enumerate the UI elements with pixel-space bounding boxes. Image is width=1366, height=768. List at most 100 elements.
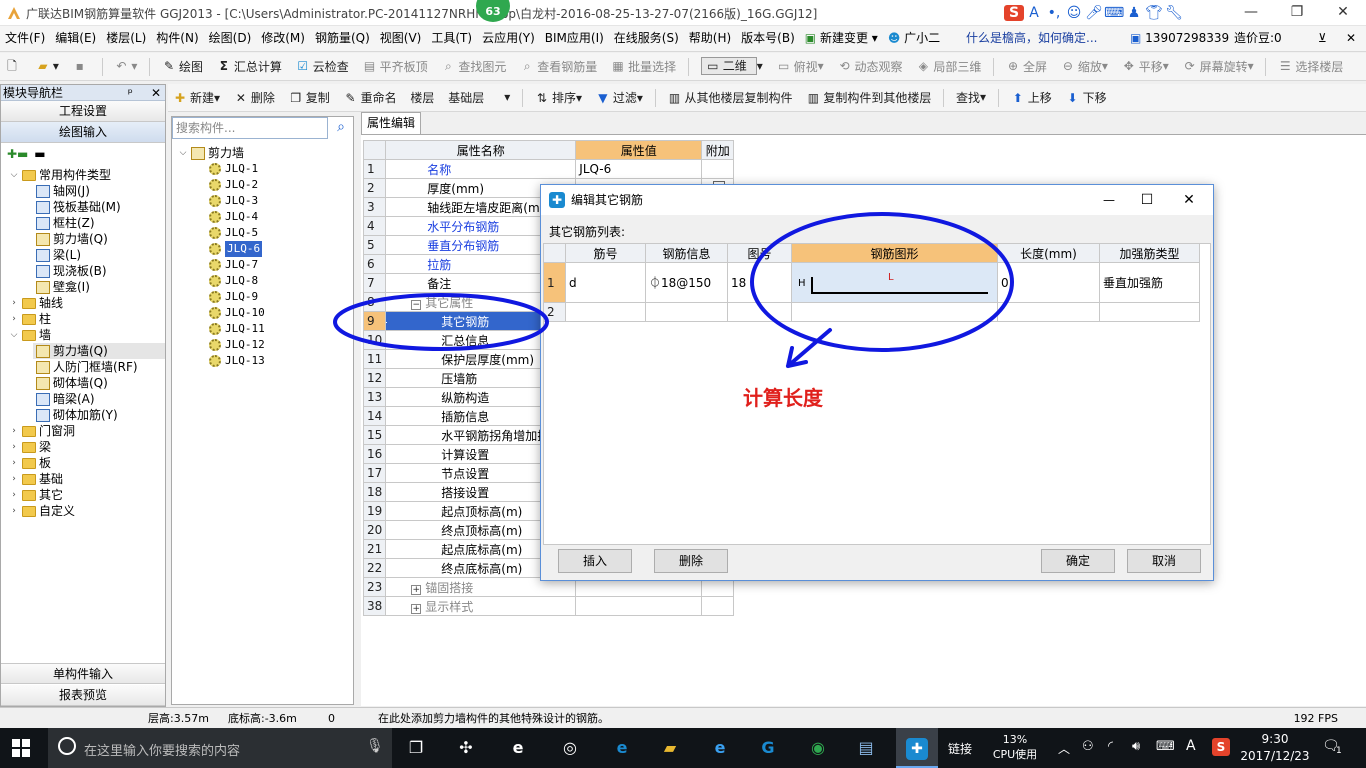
property-value-cell[interactable] <box>575 596 703 616</box>
tree-item-niche[interactable]: 壁龛(I) <box>33 279 165 295</box>
strengthen-type-cell[interactable]: 垂直加强筋 <box>1099 262 1200 303</box>
rotate-screen-button[interactable]: ⟳ 屏幕旋转 ▾ <box>1178 53 1259 79</box>
property-value-cell[interactable]: JLQ-6 <box>575 159 703 179</box>
ime-lang-icon[interactable]: A <box>1024 5 1044 21</box>
fullscreen-button[interactable]: ⊕ 全屏 <box>1001 53 1052 79</box>
tree-node-common[interactable]: ⌵ 常用构件类型 <box>9 167 165 183</box>
tree-node-beam[interactable]: › 梁 <box>9 439 165 455</box>
tree-item-masonry-rebar[interactable]: 砌体加筋(Y) <box>33 407 165 423</box>
notepad-app-icon[interactable]: ▤ <box>852 734 880 762</box>
local-3d-button[interactable]: ◈ 局部三维 <box>911 53 986 79</box>
new-file-button[interactable]: 🗋︎ <box>0 53 27 79</box>
menu-view[interactable]: 视图(V) <box>375 26 427 50</box>
clock[interactable]: 9:30 2017/12/23 <box>1240 731 1310 765</box>
component-item[interactable]: JLQ-12 <box>206 337 353 353</box>
table-row[interactable]: 1 名称 JLQ-6 <box>362 159 735 179</box>
save-button[interactable]: ▪ <box>68 53 95 79</box>
drawing-input-button[interactable]: 绘图输入 <box>1 122 165 143</box>
tree-item-shear-wall[interactable]: 剪力墙(Q) <box>33 231 165 247</box>
ok-button[interactable]: 确定 <box>1041 549 1115 573</box>
help-question-link[interactable]: 什么是檐高，如何确定... <box>966 26 1097 50</box>
copy-to-floor-button[interactable]: ▥ 复制构件到其他楼层 <box>801 85 936 111</box>
length-cell[interactable]: 0 <box>997 262 1100 303</box>
ie-browser-icon[interactable]: e <box>504 734 532 762</box>
ime-punct-icon[interactable]: •, <box>1044 5 1064 21</box>
menu-close-icon[interactable]: ✕ <box>1346 26 1356 50</box>
tree-item-column[interactable]: 框柱(Z) <box>33 215 165 231</box>
price-beans[interactable]: 造价豆:0 <box>1234 26 1282 50</box>
component-item[interactable]: JLQ-13 <box>206 353 353 369</box>
people-icon[interactable]: ⚇ <box>1082 739 1094 754</box>
empty-cell[interactable] <box>565 302 646 322</box>
tab-property-edit[interactable]: 属性编辑 <box>361 112 421 134</box>
component-item[interactable]: JLQ-8 <box>206 273 353 289</box>
ime-keyboard-icon[interactable]: ⌨ <box>1104 5 1124 21</box>
menu-edit[interactable]: 编辑(E) <box>50 26 101 50</box>
component-item[interactable]: JLQ-7 <box>206 257 353 273</box>
sogou-logo-icon[interactable]: S <box>1004 5 1024 21</box>
restore-button[interactable]: ❐ <box>1274 0 1320 26</box>
menu-rebar[interactable]: 钢筋量(Q) <box>310 26 375 50</box>
collapse-all-icon[interactable]: ▬ <box>34 147 45 161</box>
collapse-icon[interactable]: ⌵ <box>178 145 188 161</box>
keyboard-icon[interactable]: ⌨ <box>1156 739 1175 754</box>
table-row[interactable]: 1 d ⏀18@150 18 H L 0 垂直加强筋 <box>543 262 1200 303</box>
component-item[interactable]: JLQ-9 <box>206 289 353 305</box>
tree-item-shear-wall-q[interactable]: 剪力墙(Q) <box>33 343 165 359</box>
collapse-icon[interactable]: ⌵ <box>9 327 19 343</box>
ime-voice-icon[interactable]: 🎤︎ <box>1084 5 1104 21</box>
find-button[interactable]: 查找 ▾ <box>951 84 991 110</box>
tree-node-wall[interactable]: ⌵ 墙 <box>9 327 165 343</box>
move-up-button[interactable]: ⬆ 上移 <box>1006 85 1057 111</box>
menu-component[interactable]: 构件(N) <box>151 26 203 50</box>
copy-component-button[interactable]: ❐ 复制 <box>284 85 335 111</box>
close-button[interactable]: ✕ <box>1320 0 1366 26</box>
component-item[interactable]: JLQ-1 <box>206 161 353 177</box>
report-preview-button[interactable]: 报表预览 <box>1 685 165 706</box>
delete-button[interactable]: 删除 <box>654 549 728 573</box>
tree-node-column[interactable]: › 柱 <box>9 311 165 327</box>
menu-bim[interactable]: BIM应用(I) <box>540 26 609 50</box>
collapse-icon[interactable]: − <box>411 299 422 310</box>
ime-emoji-icon[interactable]: ☺ <box>1064 5 1084 21</box>
collapse-icon[interactable]: ⌵ <box>9 167 19 183</box>
volume-icon[interactable]: 🔊︎ <box>1132 739 1140 754</box>
close-panel-icon[interactable]: ✕ <box>151 85 161 101</box>
ime-skin-icon[interactable]: 👕︎ <box>1144 5 1164 21</box>
expand-icon[interactable]: › <box>9 487 19 503</box>
sort-button[interactable]: ⇅ 排序 ▾ <box>530 85 587 111</box>
menu-floor[interactable]: 楼层(L) <box>101 26 151 50</box>
property-name-cell[interactable]: 名称 <box>385 159 577 179</box>
empty-cell[interactable] <box>1099 302 1200 322</box>
dialog-maximize-button[interactable]: ☐ <box>1127 185 1167 215</box>
tree-node-axis[interactable]: › 轴线 <box>9 295 165 311</box>
component-item[interactable]: JLQ-2 <box>206 177 353 193</box>
taskbar-link[interactable]: 链接 <box>948 740 972 757</box>
expand-all-icon[interactable]: ✚▬ <box>7 147 28 161</box>
rename-button[interactable]: ✎ 重命名 <box>339 85 402 111</box>
tree-node-other[interactable]: › 其它 <box>9 487 165 503</box>
menu-online[interactable]: 在线服务(S) <box>609 26 684 50</box>
expand-icon[interactable]: › <box>9 311 19 327</box>
ime-tools-icon[interactable]: 🔧︎ <box>1164 5 1184 21</box>
menu-modify[interactable]: 修改(M) <box>256 26 310 50</box>
pin-panel-icon[interactable]: ᵖ <box>128 85 133 101</box>
pan-button[interactable]: ✥ 平移 ▾ <box>1117 53 1174 79</box>
batch-select-button[interactable]: ▦ 批量选择 <box>606 53 681 79</box>
view-mode-select[interactable]: ▭ 二维 ▾ <box>696 53 768 79</box>
expand-icon[interactable]: › <box>9 423 19 439</box>
rebar-info-cell[interactable]: ⏀18@150 <box>645 262 728 303</box>
wechat-like-icon[interactable]: ◎ <box>556 734 584 762</box>
dialog-close-button[interactable]: ✕ <box>1169 185 1209 215</box>
property-name-cell[interactable]: + 显示样式 <box>385 596 577 616</box>
insert-button[interactable]: 插入 <box>558 549 632 573</box>
dynamic-view-button[interactable]: ⟲ 动态观察 <box>833 53 908 79</box>
empty-cell[interactable] <box>645 302 728 322</box>
menu-new-change[interactable]: ▣ 新建变更 ▾ <box>800 26 883 50</box>
g-app-icon[interactable]: G <box>754 734 782 762</box>
wifi-icon[interactable]: ◜ <box>1108 739 1113 754</box>
cloud-check-button[interactable]: ☑ 云检查 <box>291 53 354 79</box>
view-rebar-button[interactable]: ⌕ 查看钢筋量 <box>515 53 602 79</box>
project-settings-button[interactable]: 工程设置 <box>1 101 165 122</box>
rebar-shape-cell[interactable]: H L <box>791 262 998 303</box>
